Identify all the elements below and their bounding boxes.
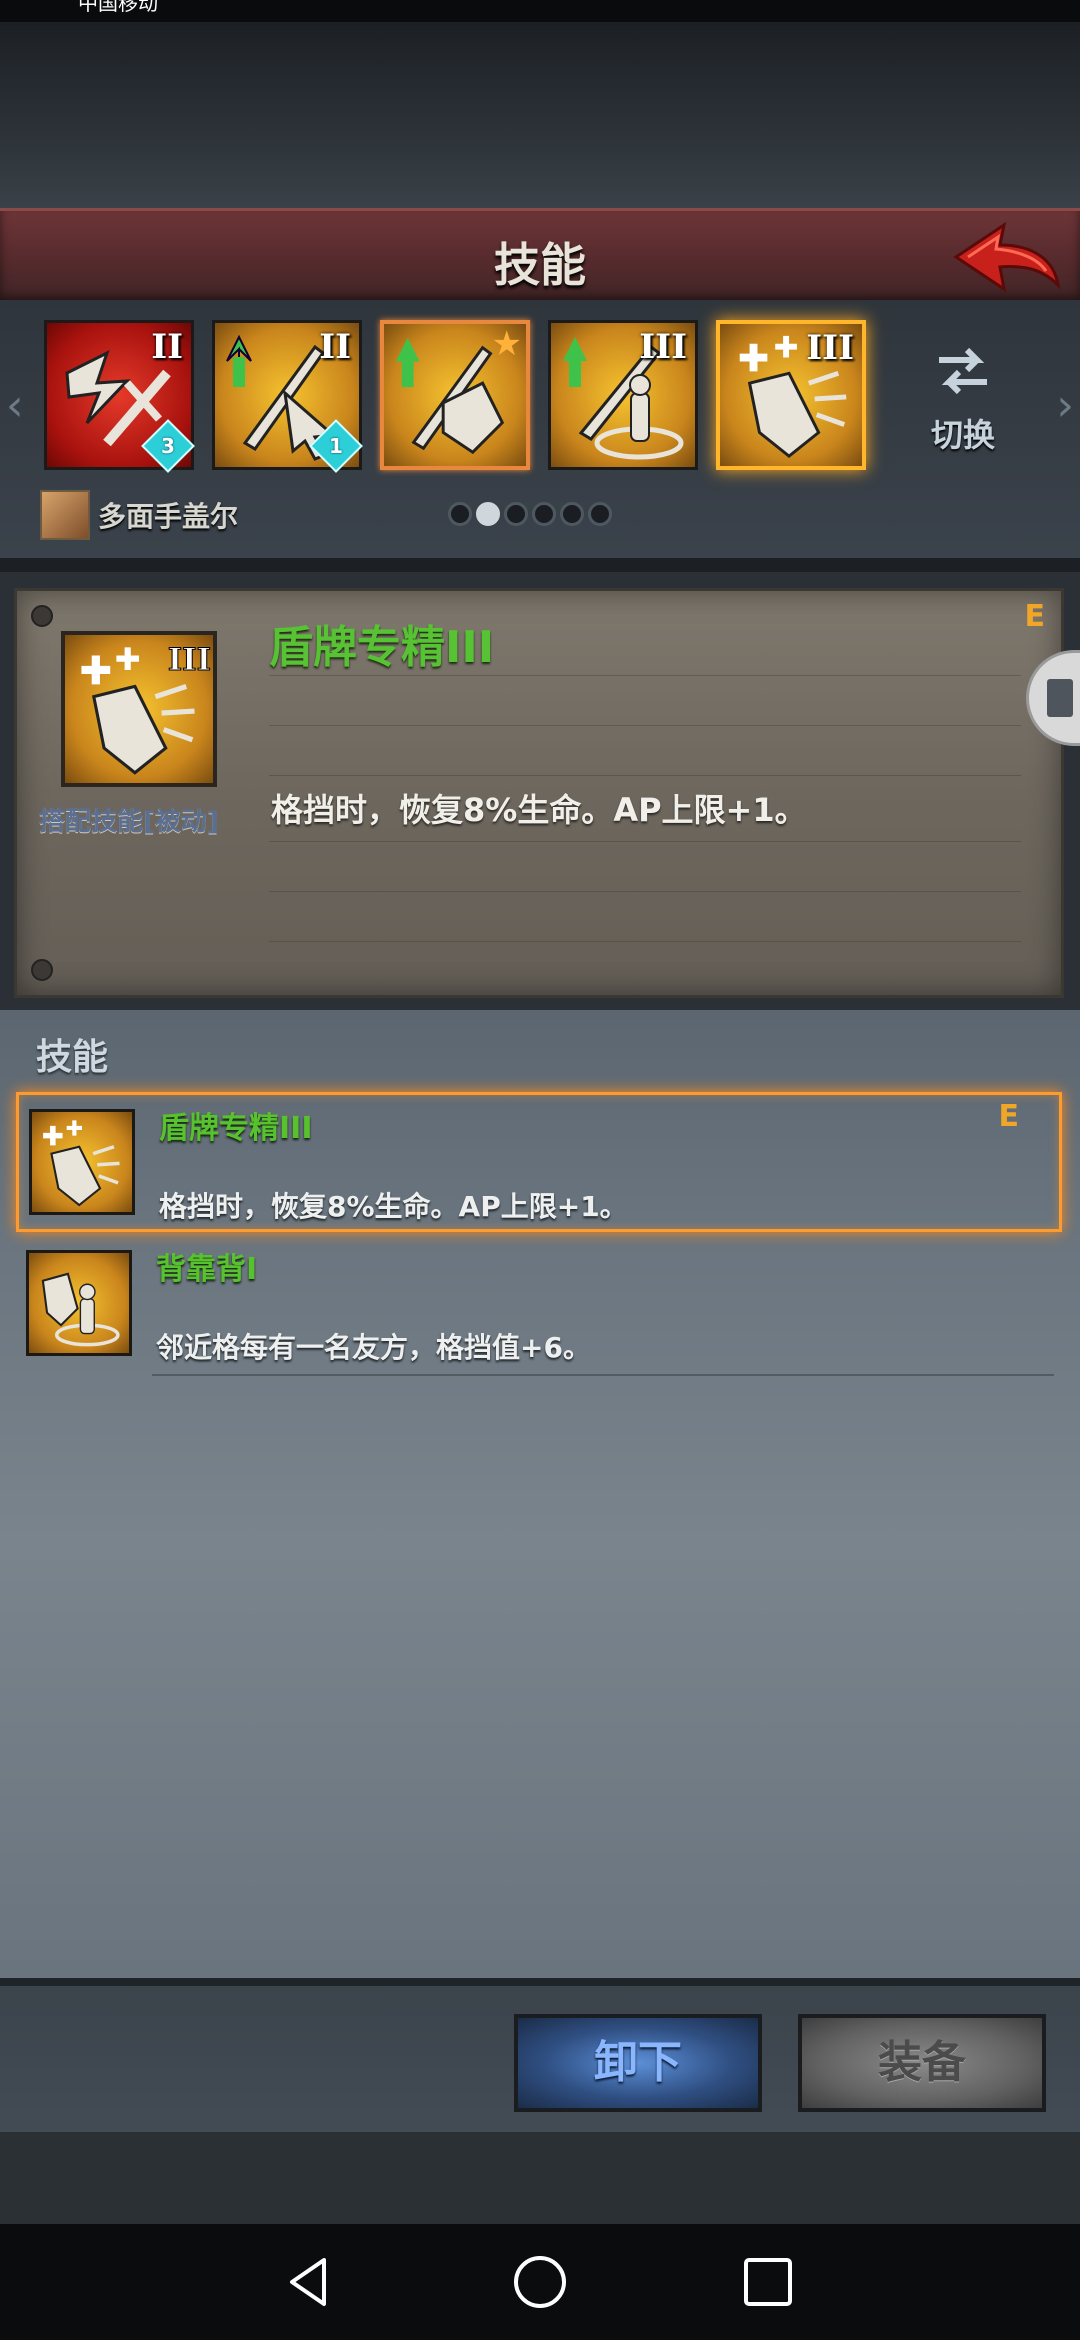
shield-mastery-icon: III [81,641,212,775]
unequip-button[interactable]: 卸下 [514,2014,762,2112]
divider [152,1374,1054,1376]
skill-slot-bar: ‹ › II 3 II 1 ★ III III 切换 多面手盖尔 [0,300,1080,572]
switch-arrows-icon [939,347,987,395]
prev-arrow-icon[interactable]: ‹ [6,380,24,431]
item-grade: E [998,1099,1020,1134]
detail-skill-icon: III [61,631,217,787]
nav-back-button[interactable] [280,2252,340,2312]
page-dot-active [476,502,500,526]
hero-name: 多面手盖尔 [98,500,239,533]
detail-description: 格挡时，恢复8%生命。AP上限+1。 [271,791,807,829]
skill-list: 技能 盾牌专精III E 格挡时，恢复8%生命。AP上限+1。 背靠背I 邻近格… [0,1010,1080,1978]
page-dot [560,502,584,526]
ruled-line [269,891,1021,892]
item-description: 邻近格每有一名友方，格挡值+6。 [156,1331,591,1364]
list-item[interactable]: 盾牌专精III E 格挡时，恢复8%生命。AP上限+1。 [16,1092,1062,1232]
header-bar: 技能 [0,208,1080,303]
slot-rank: III [806,328,854,368]
list-title: 技能 [36,1037,109,1078]
detail-skill-name: 盾牌专精III [269,622,495,673]
item-name: 盾牌专精III [159,1111,313,1146]
hero-info[interactable]: 多面手盖尔 [40,490,238,540]
ruled-line [269,941,1021,942]
nav-back-icon [290,2258,326,2306]
page-indicator [448,502,612,526]
switch-label: 切换 [930,416,995,454]
skill-slot-2[interactable]: II 1 [212,320,363,473]
skill-kind-label: 搭配技能[被动] [39,807,219,837]
list-item[interactable]: 背靠背I 邻近格每有一名友方，格挡值+6。 [16,1236,1062,1376]
page-dot [532,502,556,526]
equip-button[interactable]: 装备 [798,2014,1046,2112]
top-band [0,22,1080,208]
pin-icon [31,605,53,627]
bottom-strip [0,2132,1080,2224]
skill-slot-3[interactable]: ★ [380,320,530,470]
next-arrow-icon[interactable]: › [1056,380,1074,431]
detail-rank: III [168,642,211,678]
slot-rank: II [319,327,351,367]
status-bar: 中国移动 [0,0,1080,22]
skill-slot-5[interactable]: III [716,320,866,470]
nav-recents-button[interactable] [738,2252,798,2312]
nav-home-button[interactable] [510,2252,570,2312]
action-bar: 卸下 装备 [0,1978,1080,2140]
drawer-icon [1047,679,1073,717]
back-to-back-icon [26,1250,132,1356]
carrier-label: 中国移动 [78,0,158,15]
detail-grade: E [1024,599,1046,634]
avatar [40,490,90,540]
page-title: 技能 [494,238,586,292]
switch-button[interactable]: 切换 [918,340,1008,460]
page-dot [504,502,528,526]
ruled-line [269,725,1021,726]
skill-slot-4[interactable]: III [548,320,698,470]
slot-rank: II [151,327,183,367]
pin-icon [31,959,53,981]
page-dot [588,502,612,526]
item-name: 背靠背I [156,1252,258,1287]
back-arrow-icon [953,221,1061,293]
nav-recents-icon [744,2258,792,2306]
divider [0,558,1080,572]
ruled-line [269,841,1021,842]
page-dot [448,502,472,526]
star-icon: ★ [491,324,522,364]
nav-home-icon [514,2256,566,2308]
system-nav-bar [0,2224,1080,2340]
slot-rank: III [639,327,687,367]
skill-detail-panel: III 搭配技能[被动] 盾牌专精III E 格挡时，恢复8%生命。AP上限+1… [14,588,1064,998]
shield-mastery-icon [29,1109,135,1215]
ruled-line [269,675,1021,676]
back-button[interactable] [946,219,1066,299]
item-description: 格挡时，恢复8%生命。AP上限+1。 [159,1190,628,1223]
ruled-line [269,775,1021,776]
skill-slot-1[interactable]: II 3 [44,320,195,473]
